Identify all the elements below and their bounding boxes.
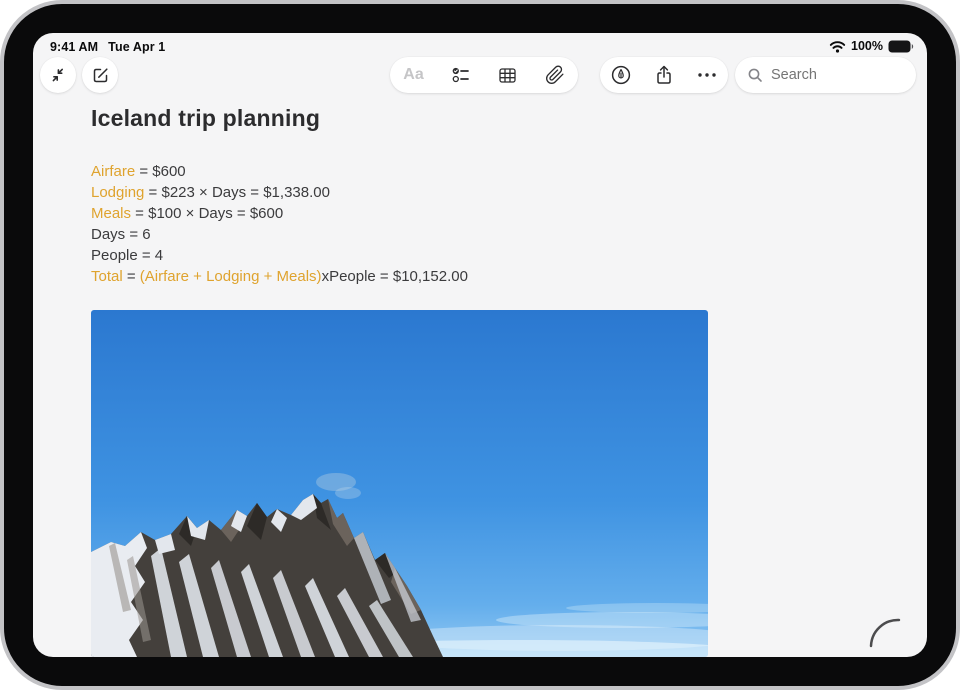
note-line[interactable]: Total = (Airfare + Lodging + Meals)xPeop… [91,266,468,287]
status-time: 9:41 AM [50,40,98,54]
text-format-button[interactable]: Aa [390,57,437,93]
math-variable: Meals [91,205,131,222]
collapse-arrows-icon [49,66,67,84]
note-text: Days = 6 [91,226,151,243]
status-date: Tue Apr 1 [108,40,165,54]
format-toolbar: Aa [390,57,578,93]
note-line[interactable]: Airfare = $600 [91,161,468,182]
attach-file-button[interactable] [531,57,578,93]
insert-table-button[interactable] [484,57,531,93]
pen-circle-icon [610,64,632,86]
actions-toolbar [600,57,728,93]
note-text: People = 4 [91,247,163,264]
math-variable: Lodging [91,184,144,201]
math-variable: (Airfare + Lodging + Meals) [140,268,322,285]
note-text: = $223 × Days = $1,338.00 [144,184,330,201]
battery-icon [888,40,914,53]
note-text: = $100 × Days = $600 [131,205,283,222]
note-line[interactable]: People = 4 [91,245,468,266]
checklist-icon [451,66,471,84]
wifi-icon [829,40,846,53]
share-button[interactable] [643,57,686,93]
battery-percent: 100% [851,39,883,53]
note-text: xPeople = $10,152.00 [322,268,468,285]
note-text: = [123,268,140,285]
corner-swipe-indicator[interactable] [867,597,927,657]
share-icon [654,64,674,86]
markup-button[interactable] [600,57,643,93]
status-bar-right: 100% [829,39,914,53]
table-icon [498,67,517,84]
search-input[interactable] [771,67,927,83]
note-line[interactable]: Days = 6 [91,224,468,245]
search-icon [747,67,764,84]
search-bar[interactable] [735,57,916,93]
device-bezel: 9:41 AM Tue Apr 1 100% [0,0,960,690]
note-text: = $600 [135,163,185,180]
note-line[interactable]: Meals = $100 × Days = $600 [91,203,468,224]
mountain-photo-graphic [91,310,708,657]
ipad-mockup: 9:41 AM Tue Apr 1 100% [0,0,960,690]
note-line[interactable]: Lodging = $223 × Days = $1,338.00 [91,182,468,203]
ellipsis-icon [697,72,717,78]
new-note-button[interactable] [82,57,118,93]
math-variable: Airfare [91,163,135,180]
note-body[interactable]: Airfare = $600Lodging = $223 × Days = $1… [91,161,468,287]
checklist-button[interactable] [437,57,484,93]
compose-icon [91,66,110,85]
paperclip-icon [545,65,565,85]
note-title[interactable]: Iceland trip planning [91,105,320,132]
collapse-note-button[interactable] [40,57,76,93]
notes-app-screen: 9:41 AM Tue Apr 1 100% [33,33,927,657]
format-aa-label: Aa [403,66,423,84]
more-options-button[interactable] [685,57,728,93]
status-bar-left: 9:41 AM Tue Apr 1 [50,40,165,54]
math-variable: Total [91,268,123,285]
mountain-photo[interactable] [91,310,708,657]
